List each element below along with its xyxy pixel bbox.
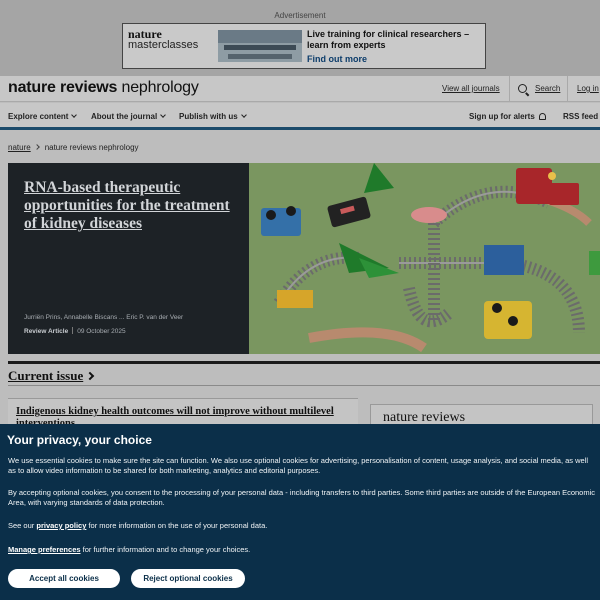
hero-illustration[interactable] [249, 163, 600, 354]
ad-brand-logo: nature masterclasses [128, 28, 212, 51]
sign-up-alerts-link[interactable]: Sign up for alerts [469, 112, 546, 121]
publish-with-us-menu[interactable]: Publish with us [179, 112, 247, 121]
journal-logo[interactable]: nature reviews nephrology [8, 79, 199, 97]
current-issue-header: Current issue [8, 361, 600, 386]
manage-preferences-link[interactable]: Manage preferences [8, 545, 81, 554]
current-issue-link[interactable]: Current issue [8, 368, 95, 384]
hero-article-title-link[interactable]: RNA-based therapeutic opportunities for … [24, 179, 234, 233]
journal-nav: Explore content About the journal Publis… [0, 103, 600, 130]
cookie-text-consent: By accepting optional cookies, you conse… [8, 488, 595, 507]
login-button[interactable]: Log in [567, 76, 600, 102]
logo-bold-part: nature reviews [8, 79, 118, 96]
chevron-down-icon [240, 112, 247, 118]
breadcrumb-current: nature reviews nephrology [44, 143, 139, 152]
logo-rest-part: nephrology [117, 79, 199, 96]
bell-icon [538, 113, 546, 120]
ad-find-out-more-link[interactable]: Find out more [307, 54, 367, 64]
ad-brand-line2: masterclasses [128, 39, 199, 51]
explore-content-menu[interactable]: Explore content [8, 112, 78, 121]
breadcrumb: nature nature reviews nephrology [8, 143, 139, 152]
article-type: Review Article [24, 328, 69, 335]
chevron-down-icon [160, 112, 167, 118]
breadcrumb-home-link[interactable]: nature [8, 143, 31, 152]
about-journal-menu[interactable]: About the journal [91, 112, 167, 121]
hero-panel: RNA-based therapeutic opportunities for … [8, 163, 249, 354]
cookie-text-manage: Manage preferences for further informati… [8, 545, 598, 555]
search-button[interactable]: Search [509, 76, 565, 102]
search-label: Search [535, 84, 561, 93]
ad-headline: Live training for clinical researchers –… [307, 29, 470, 50]
sign-up-alerts-label: Sign up for alerts [469, 112, 535, 121]
view-all-journals-link[interactable]: View all journals [442, 84, 500, 93]
explore-content-label: Explore content [8, 112, 69, 121]
cookie-banner-title: Your privacy, your choice [7, 433, 152, 447]
chevron-down-icon [71, 112, 78, 118]
cookie-privacy-suffix: for more information on the use of your … [86, 521, 268, 530]
advertisement-bar: Advertisement nature masterclasses Live … [0, 0, 600, 76]
hero-authors: Jurriën Prins, Annabelle Biscans ... Eri… [24, 314, 184, 321]
cookie-consent-banner: Your privacy, your choice We use essenti… [0, 424, 600, 600]
rss-feed-link[interactable]: RSS feed [563, 112, 598, 121]
cookie-text-essential: We use essential cookies to make sure th… [8, 456, 589, 475]
cookie-text-privacy: See our privacy policy for more informat… [8, 521, 598, 531]
toy-train-track-illustration [249, 163, 600, 354]
article-date: 09 October 2025 [77, 328, 126, 335]
current-issue-label: Current issue [8, 368, 84, 383]
chevron-right-icon [33, 144, 40, 150]
site-header: nature reviews nephrology View all journ… [0, 76, 600, 102]
about-journal-label: About the journal [91, 112, 158, 121]
search-icon [518, 84, 527, 93]
chevron-right-icon [85, 371, 95, 381]
login-label: Log in [577, 84, 599, 93]
hero-meta: Review Article 09 October 2025 [24, 327, 126, 335]
ad-classroom-photo [218, 30, 302, 62]
advertisement-label: Advertisement [274, 11, 326, 20]
cookie-manage-suffix: for further information and to change yo… [80, 545, 251, 554]
reject-optional-cookies-button[interactable]: Reject optional cookies [131, 569, 245, 588]
publish-with-us-label: Publish with us [179, 112, 238, 121]
accept-all-cookies-button[interactable]: Accept all cookies [8, 569, 120, 588]
cookie-privacy-prefix: See our [8, 521, 37, 530]
advertisement-banner[interactable]: nature masterclasses Live training for c… [122, 23, 486, 69]
privacy-policy-link[interactable]: privacy policy [36, 521, 86, 530]
